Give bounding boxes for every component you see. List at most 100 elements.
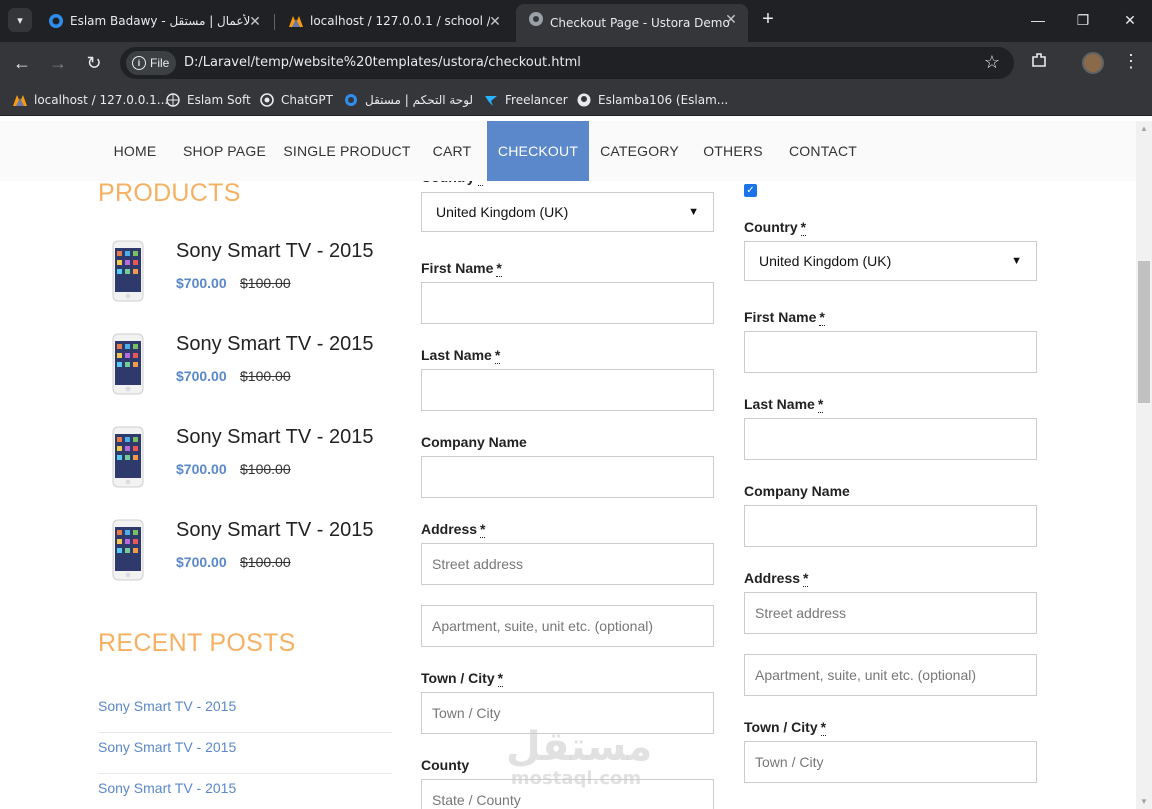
tab-search-button[interactable]: ▾ — [8, 8, 32, 32]
product-old-price: $100.00 — [240, 554, 291, 570]
close-icon[interactable]: ✕ — [722, 10, 740, 28]
bookmark-star-icon[interactable]: ☆ — [984, 52, 1000, 73]
sidebar-product: Sony Smart TV - 2015 $700.00 $100.00 — [108, 426, 388, 496]
product-old-price: $100.00 — [240, 461, 291, 477]
recent-posts-heading: RECENT POSTS — [98, 629, 296, 657]
browser-tab-checkout[interactable]: Checkout Page - Ustora Demo ✕ — [516, 4, 748, 42]
info-icon: i — [132, 56, 146, 70]
bookmark-label: ChatGPT — [281, 93, 333, 107]
product-name[interactable]: Sony Smart TV - 2015 — [176, 519, 374, 542]
browser-tab-phpmyadmin[interactable]: localhost / 127.0.0.1 / school / u ✕ — [276, 6, 512, 36]
back-icon[interactable]: ← — [10, 51, 34, 75]
tab-title: Eslam Badawy - الأعمال | مستقل — [70, 14, 250, 28]
sidebar-product: Sony Smart TV - 2015 $700.00 $100.00 — [108, 519, 388, 589]
bookmark-item[interactable]: localhost / 127.0.0.1... — [12, 92, 168, 108]
bookmark-item[interactable]: لوحة التحكم | مستقل — [343, 92, 473, 108]
browser-tab-mostaql[interactable]: Eslam Badawy - الأعمال | مستقل ✕ — [36, 6, 272, 36]
billing-street-input[interactable]: Street address — [421, 543, 714, 585]
close-icon[interactable]: ✕ — [246, 12, 264, 30]
sidebar-product: Sony Smart TV - 2015 $700.00 $100.00 — [108, 333, 388, 403]
mostaql-watermark: مستقل mostaql.com — [506, 725, 652, 795]
reload-icon[interactable]: ↻ — [82, 51, 106, 75]
close-icon[interactable]: ✕ — [486, 12, 504, 30]
product-name[interactable]: Sony Smart TV - 2015 — [176, 426, 374, 449]
shipping-company-input[interactable] — [744, 505, 1037, 547]
product-thumbnail[interactable] — [112, 426, 144, 488]
forward-icon[interactable]: → — [46, 51, 70, 75]
recent-post-link[interactable]: Sony Smart TV - 2015 — [98, 692, 392, 733]
billing-first-name-input[interactable] — [421, 282, 714, 324]
mostaql-icon — [48, 13, 64, 29]
site-info-chip[interactable]: i File — [126, 51, 176, 75]
scrollbar-thumb[interactable] — [1138, 261, 1150, 403]
product-thumbnail[interactable] — [112, 519, 144, 581]
profile-avatar[interactable] — [1082, 52, 1104, 74]
billing-first-name-label: First Name * — [421, 260, 502, 277]
nav-contact[interactable]: CONTACT — [776, 121, 870, 181]
bookmark-label: Eslamba106 (Eslam... — [598, 93, 729, 107]
shipping-first-name-label: First Name * — [744, 309, 825, 326]
nav-cart[interactable]: CART — [417, 121, 487, 181]
page-scrollbar[interactable]: ▲ ▼ — [1136, 121, 1152, 809]
nav-home[interactable]: HOME — [98, 121, 172, 181]
product-name[interactable]: Sony Smart TV - 2015 — [176, 240, 374, 263]
billing-address-label: Address * — [421, 521, 486, 538]
product-name[interactable]: Sony Smart TV - 2015 — [176, 333, 374, 356]
more-options-icon[interactable]: ⋮ — [1122, 52, 1140, 72]
chevron-down-icon: ▼ — [1011, 255, 1022, 267]
watermark-latin: mostaql.com — [510, 768, 642, 789]
nav-others[interactable]: OTHERS — [690, 121, 776, 181]
nav-single-product[interactable]: SINGLE PRODUCT — [277, 121, 417, 181]
billing-apartment-input[interactable]: Apartment, suite, unit etc. (optional) — [421, 605, 714, 647]
nav-category[interactable]: CATEGORY — [589, 121, 690, 181]
main-navigation: HOME SHOP PAGE SINGLE PRODUCT CART CHECK… — [0, 121, 1136, 181]
ship-different-address-checkbox[interactable]: ✓ — [744, 184, 757, 197]
billing-company-input[interactable] — [421, 456, 714, 498]
globe-icon — [528, 11, 544, 27]
product-price: $700.00 — [176, 461, 227, 477]
chatgpt-icon — [259, 92, 275, 108]
restore-icon[interactable]: ❐ — [1069, 8, 1097, 32]
shipping-town-input[interactable]: Town / City — [744, 741, 1037, 783]
scroll-up-icon[interactable]: ▲ — [1139, 124, 1149, 134]
window-close-icon[interactable]: ✕ — [1116, 8, 1144, 32]
recent-post-link[interactable]: Sony Smart TV - 2015 — [98, 774, 392, 809]
bookmark-label: Eslam Soft — [187, 93, 251, 107]
shipping-street-input[interactable]: Street address — [744, 592, 1037, 634]
product-thumbnail[interactable] — [112, 240, 144, 302]
shipping-company-label: Company Name — [744, 483, 850, 499]
nav-checkout[interactable]: CHECKOUT — [487, 121, 589, 181]
mostaql-icon — [343, 92, 359, 108]
chevron-down-icon: ▼ — [688, 206, 699, 218]
bookmark-item[interactable]: ChatGPT — [259, 92, 333, 108]
bookmark-item[interactable]: Eslamba106 (Eslam... — [576, 92, 728, 108]
shipping-last-name-input[interactable] — [744, 418, 1037, 460]
bookmark-label: لوحة التحكم | مستقل — [365, 93, 474, 107]
globe-icon — [165, 92, 181, 108]
browser-tab-strip: ▾ Eslam Badawy - الأعمال | مستقل ✕ local… — [0, 0, 1152, 42]
billing-last-name-label: Last Name * — [421, 347, 501, 364]
billing-last-name-input[interactable] — [421, 369, 714, 411]
shipping-country-select[interactable]: United Kingdom (UK) ▼ — [744, 241, 1037, 281]
phpmyadmin-icon — [12, 92, 28, 108]
minimize-icon[interactable]: — — [1024, 8, 1052, 32]
billing-county-label: County — [421, 757, 470, 773]
bookmark-item[interactable]: Eslam Soft — [165, 92, 251, 108]
recent-post-link[interactable]: Sony Smart TV - 2015 — [98, 733, 392, 774]
nav-shop-page[interactable]: SHOP PAGE — [172, 121, 277, 181]
chip-label: File — [150, 56, 170, 70]
url-text[interactable]: D:/Laravel/temp/website%20templates/usto… — [184, 55, 581, 70]
scroll-down-icon[interactable]: ▼ — [1139, 797, 1149, 807]
product-price: $700.00 — [176, 368, 227, 384]
browser-toolbar: ← → ↻ i File D:/Laravel/temp/website%20t… — [0, 42, 1152, 84]
new-tab-button[interactable]: + — [758, 9, 778, 30]
bookmark-item[interactable]: Freelancer — [483, 92, 568, 108]
shipping-first-name-input[interactable] — [744, 331, 1037, 373]
shipping-address-label: Address * — [744, 570, 809, 587]
shipping-apartment-input[interactable]: Apartment, suite, unit etc. (optional) — [744, 654, 1037, 696]
billing-country-select[interactable]: United Kingdom (UK) ▼ — [421, 192, 714, 232]
extensions-icon[interactable] — [1030, 51, 1050, 71]
address-bar[interactable]: i File D:/Laravel/temp/website%20templat… — [120, 47, 1014, 79]
product-thumbnail[interactable] — [112, 333, 144, 395]
tab-title: Checkout Page - Ustora Demo — [550, 16, 730, 30]
